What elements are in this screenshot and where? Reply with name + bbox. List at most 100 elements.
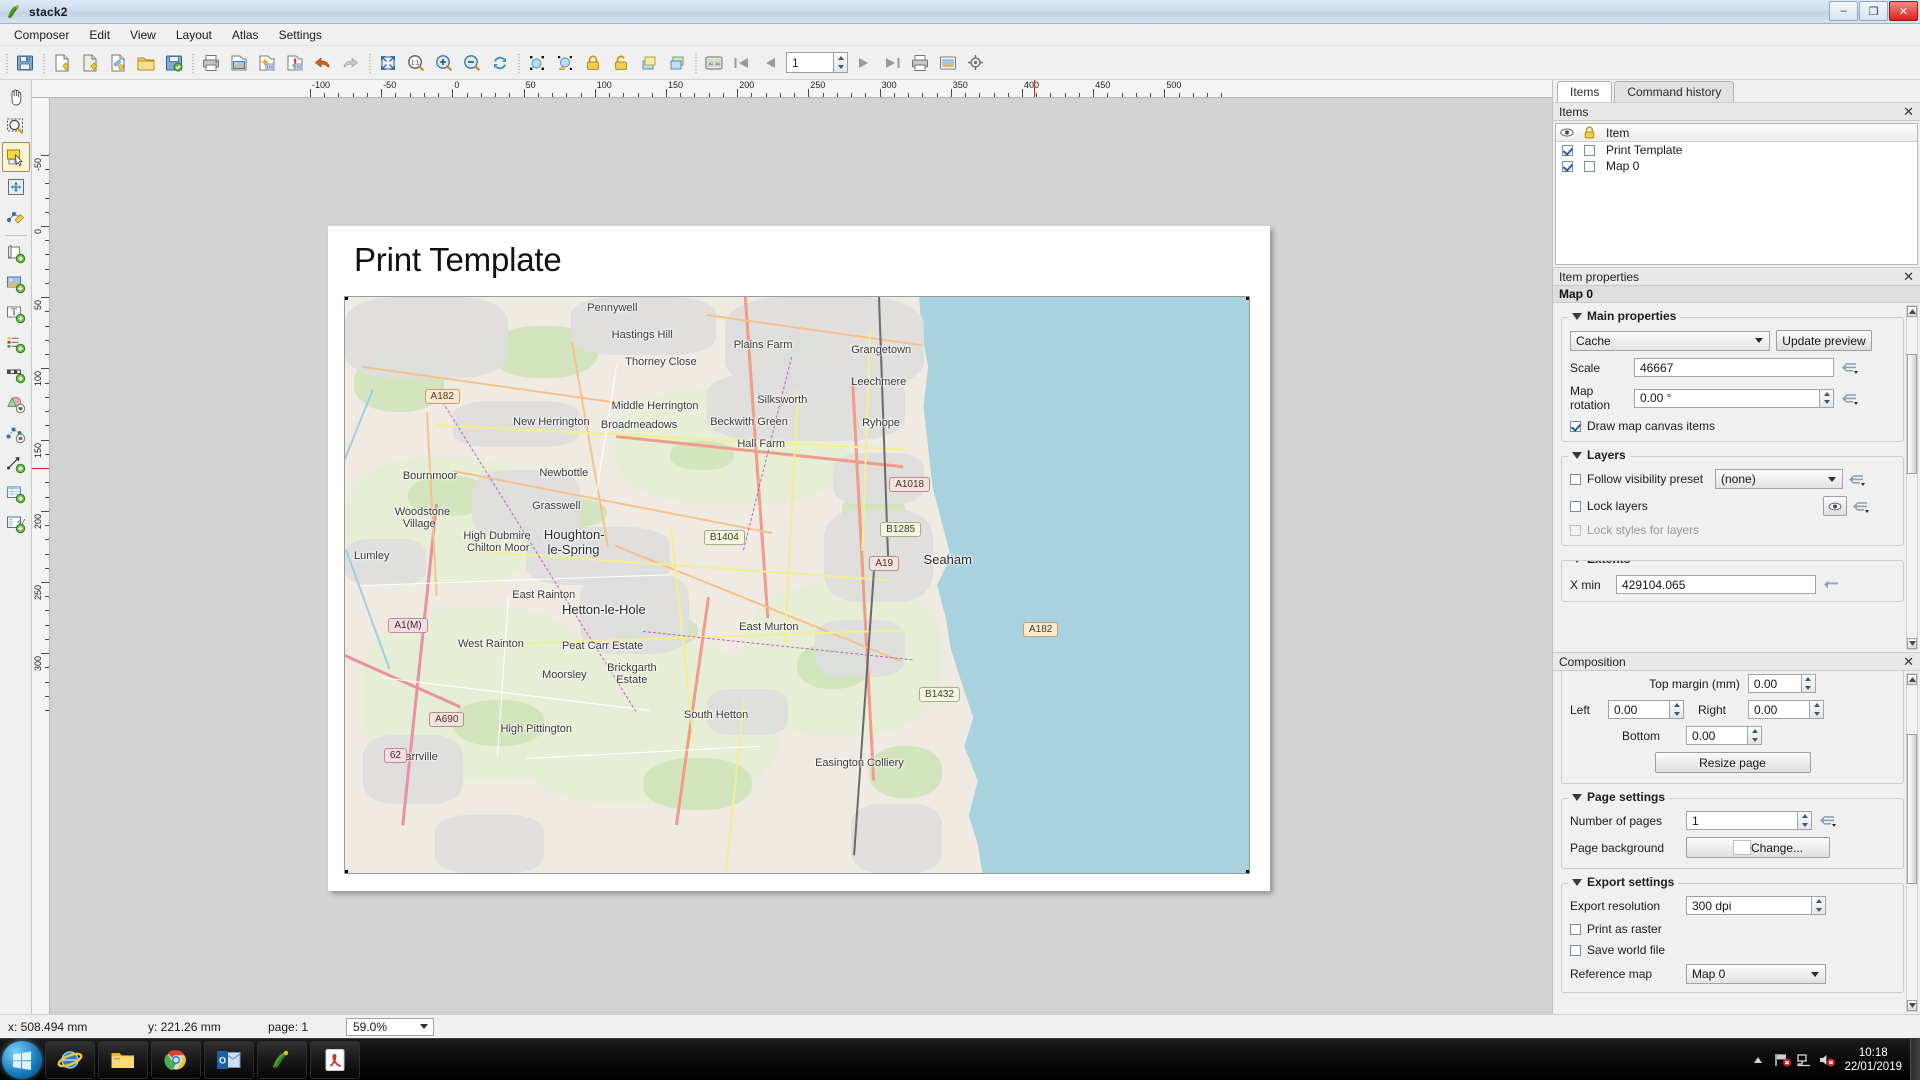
zoom-100-icon[interactable]: 1:1 — [402, 49, 430, 77]
draw-map-canvas-items-checkbox[interactable] — [1570, 420, 1581, 432]
add-scalebar-tool[interactable] — [2, 359, 30, 389]
composer-manager-icon[interactable] — [104, 49, 132, 77]
qgis-icon[interactable] — [257, 1040, 307, 1079]
cache-mode-combo[interactable]: Cache — [1570, 330, 1770, 351]
add-image-tool[interactable] — [2, 269, 30, 299]
item-visibility-checkbox[interactable] — [1561, 144, 1573, 156]
top-margin-spinner[interactable] — [1801, 674, 1816, 693]
menu-composer[interactable]: Composer — [4, 25, 79, 45]
print-atlas-icon[interactable] — [906, 49, 934, 77]
scroll-thumb[interactable] — [1907, 354, 1917, 474]
add-html-frame-tool[interactable]: </> — [2, 509, 30, 539]
select-move-item-icon[interactable] — [523, 49, 551, 77]
atlas-previous-feature-icon[interactable] — [756, 49, 784, 77]
items-table[interactable]: Item Print Template Map 0 — [1555, 123, 1918, 265]
map-item-frame[interactable]: Pennywell Hastings Hill Plains Farm Granget… — [344, 296, 1250, 874]
add-shape-tool[interactable] — [2, 389, 30, 419]
export-atlas-image-icon[interactable] — [934, 49, 962, 77]
add-arrow-tool[interactable] — [2, 449, 30, 479]
add-attribute-table-tool[interactable] — [2, 479, 30, 509]
right-margin-spinner[interactable] — [1810, 700, 1824, 719]
atlas-next-feature-icon[interactable] — [850, 49, 878, 77]
pan-tool[interactable] — [2, 82, 30, 112]
unlock-all-items-icon[interactable] — [607, 49, 635, 77]
reference-map-combo[interactable]: Map 0 — [1686, 964, 1826, 984]
map-handle-bl[interactable] — [345, 870, 348, 873]
start-button[interactable] — [2, 1040, 42, 1079]
refresh-view-icon[interactable] — [486, 49, 514, 77]
group-extents-title[interactable]: Extents — [1568, 561, 1635, 566]
item-lock-checkbox[interactable] — [1583, 144, 1595, 156]
menu-view[interactable]: View — [120, 25, 166, 45]
volume-muted-icon[interactable] — [1816, 1049, 1838, 1071]
adobe-reader-icon[interactable] — [310, 1040, 360, 1079]
map-handle-br[interactable] — [1246, 870, 1249, 873]
minimize-button[interactable]: – — [1829, 1, 1858, 21]
show-hidden-icons-arrow[interactable] — [1754, 1057, 1763, 1063]
move-item-content-icon[interactable] — [551, 49, 579, 77]
lock-selected-items-icon[interactable] — [579, 49, 607, 77]
item-properties-close-icon[interactable]: ✕ — [1903, 269, 1914, 285]
composition-panel-close-icon[interactable]: ✕ — [1903, 654, 1914, 670]
update-preview-button[interactable]: Update preview — [1776, 330, 1872, 351]
zoom-full-icon[interactable] — [374, 49, 402, 77]
right-margin-input[interactable]: 0.00 — [1748, 700, 1810, 719]
group-page-settings-title[interactable]: Page settings — [1568, 790, 1670, 804]
composition-scroll[interactable]: Top margin (mm) 0.00 Left 0.00 Right 0.0… — [1553, 671, 1920, 1014]
group-layers-title[interactable]: Layers — [1568, 448, 1630, 462]
collapse-triangle-icon[interactable] — [1572, 561, 1582, 563]
page-background-change-button[interactable]: Change... — [1686, 837, 1830, 858]
taskbar-clock[interactable]: 10:18 22/01/2019 — [1844, 1046, 1902, 1074]
atlas-preview-icon[interactable] — [700, 49, 728, 77]
move-item-content-tool[interactable] — [2, 172, 30, 202]
edit-nodes-tool[interactable] — [2, 202, 30, 232]
rotation-data-defined-icon[interactable] — [1840, 389, 1862, 407]
pages-data-defined-icon[interactable] — [1818, 812, 1840, 830]
scroll-up-arrow[interactable] — [1907, 306, 1917, 317]
scale-data-defined-icon[interactable] — [1840, 359, 1862, 377]
tab-command-history[interactable]: Command history — [1614, 81, 1735, 102]
zoom-out-icon[interactable] — [458, 49, 486, 77]
items-panel-close-icon[interactable]: ✕ — [1903, 104, 1914, 120]
scale-input[interactable]: 46667 — [1634, 358, 1834, 377]
collapse-triangle-icon[interactable] — [1572, 451, 1582, 459]
number-of-pages-spinner[interactable] — [1798, 811, 1812, 830]
internet-explorer-icon[interactable] — [45, 1040, 95, 1079]
item-properties-scrollbar[interactable] — [1906, 305, 1918, 650]
top-margin-input[interactable]: 0.00 — [1747, 674, 1802, 693]
number-of-pages-input[interactable]: 1 — [1686, 811, 1798, 830]
zoom-in-icon[interactable] — [430, 49, 458, 77]
group-export-settings-title[interactable]: Export settings — [1568, 875, 1679, 889]
lock-layers-data-defined-icon[interactable] — [1851, 497, 1873, 515]
close-button[interactable]: ✕ — [1889, 1, 1918, 21]
export-resolution-spinner[interactable] — [1812, 896, 1826, 915]
table-row[interactable]: Map 0 — [1556, 158, 1917, 174]
composer-page[interactable]: Print Template Pennywell Hastings Hill P… — [328, 226, 1270, 891]
visibility-preset-combo[interactable]: (none) — [1715, 469, 1843, 489]
item-name[interactable]: Print Template — [1600, 143, 1682, 157]
lock-layers-checkbox[interactable] — [1570, 500, 1581, 512]
export-image-icon[interactable] — [225, 49, 253, 77]
save-world-file-checkbox[interactable] — [1570, 944, 1581, 956]
map-rotation-input[interactable]: 0.00 ° — [1634, 388, 1820, 408]
new-composer-icon[interactable] — [48, 49, 76, 77]
network-flag-icon[interactable] — [1772, 1049, 1794, 1071]
google-chrome-icon[interactable] — [151, 1040, 201, 1079]
select-move-item-tool[interactable] — [1, 142, 30, 172]
page-title-label[interactable]: Print Template — [354, 241, 562, 279]
atlas-last-feature-icon[interactable] — [878, 49, 906, 77]
outlook-icon[interactable]: O — [204, 1040, 254, 1079]
show-desktop-button[interactable] — [1910, 1039, 1920, 1080]
scroll-up-arrow[interactable] — [1907, 674, 1917, 685]
bottom-margin-input[interactable]: 0.00 — [1686, 726, 1748, 745]
menu-settings[interactable]: Settings — [269, 25, 332, 45]
scroll-down-arrow[interactable] — [1907, 1000, 1917, 1011]
duplicate-composer-icon[interactable] — [76, 49, 104, 77]
load-from-template-icon[interactable] — [132, 49, 160, 77]
export-pdf-icon[interactable] — [281, 49, 309, 77]
zoom-level-combo[interactable]: 59.0% — [346, 1017, 434, 1036]
lower-items-icon[interactable] — [663, 49, 691, 77]
raise-items-icon[interactable] — [635, 49, 663, 77]
xmin-data-defined-icon[interactable] — [1822, 576, 1844, 594]
item-lock-checkbox[interactable] — [1583, 160, 1595, 172]
